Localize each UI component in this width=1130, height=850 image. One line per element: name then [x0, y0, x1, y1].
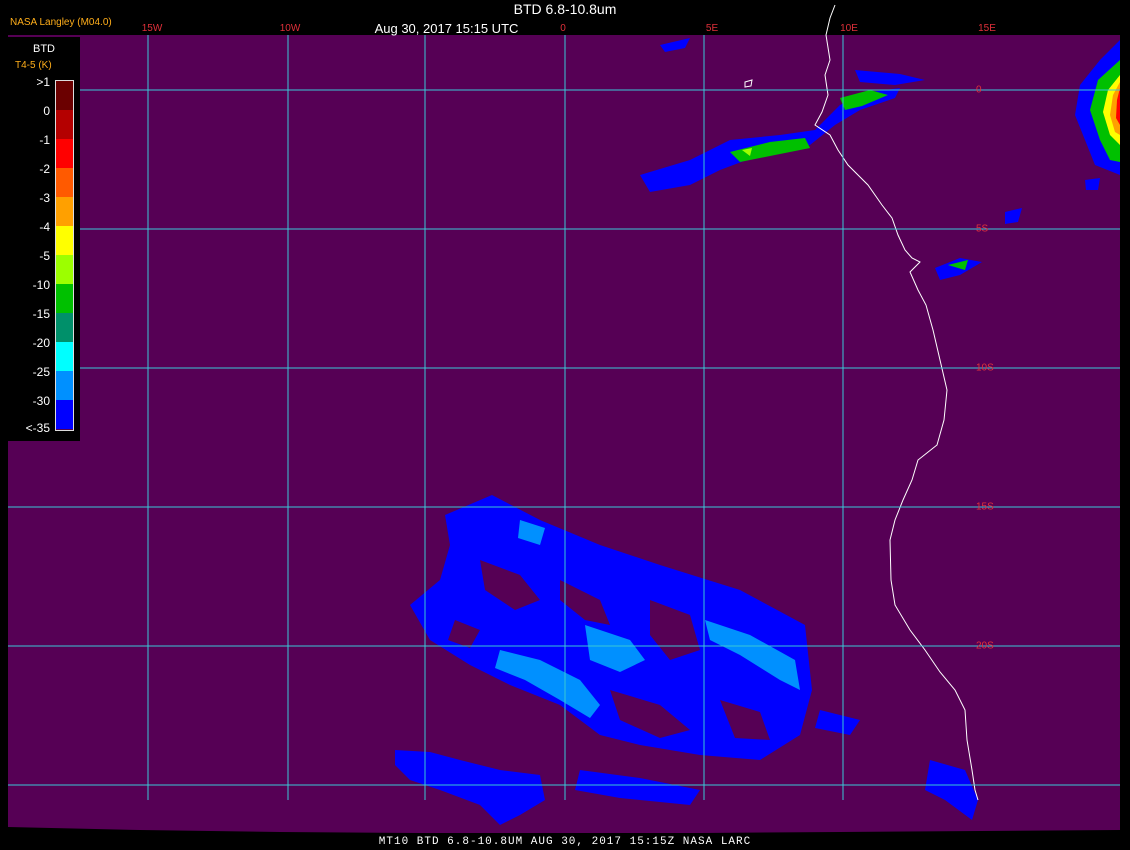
legend-tick: >1 [36, 75, 50, 89]
legend-swatch [56, 371, 73, 400]
legend-tick: -30 [32, 394, 50, 408]
legend-swatch [56, 226, 73, 255]
legend-swatch [56, 81, 73, 110]
legend-tick: 0 [43, 104, 50, 118]
lon-label-15w: 15W [141, 23, 163, 34]
legend-title: BTD [33, 43, 55, 55]
legend-swatch [56, 168, 73, 197]
legend-swatch [56, 313, 73, 342]
legend-tick: -3 [39, 191, 50, 205]
legend-tick: -2 [39, 162, 50, 176]
legend-tick: -20 [32, 336, 50, 350]
lat-label-10s: 10S [976, 362, 994, 374]
legend-swatch [56, 400, 73, 429]
legend-swatch [56, 110, 73, 139]
color-legend: BTD T4-5 (K) >1 0 -1 -2 -3 -4 -5 -10 -15… [8, 37, 80, 441]
satellite-map [0, 0, 1130, 850]
lat-label-5s: 5S [976, 223, 989, 235]
legend-swatch [56, 139, 73, 168]
legend-tick: -15 [32, 307, 50, 321]
lon-label-10w: 10W [279, 23, 301, 34]
legend-tick: -25 [32, 365, 50, 379]
lat-label-0: 0 [976, 84, 982, 96]
legend-tick: -1 [39, 133, 50, 147]
legend-swatch [56, 197, 73, 226]
legend-tick: -4 [39, 220, 50, 234]
timestamp: Aug 30, 2017 15:15 UTC [374, 21, 519, 36]
lat-label-20s: 20S [976, 640, 994, 652]
legend-units: T4-5 (K) [15, 60, 52, 71]
legend-swatch [56, 255, 73, 284]
map-background [8, 35, 1120, 833]
lon-label-5e: 5E [705, 23, 719, 34]
lon-label-0: 0 [560, 23, 566, 34]
legend-swatch [56, 342, 73, 371]
lat-label-15s: 15S [976, 501, 994, 513]
legend-colorbar [55, 80, 74, 431]
lon-label-10e: 10E [840, 23, 858, 34]
legend-swatch [56, 284, 73, 313]
lon-label-15e: 15E [978, 23, 996, 34]
legend-tick: <-35 [25, 421, 50, 435]
product-title: BTD 6.8-10.8um [513, 1, 617, 17]
legend-tick: -5 [39, 249, 50, 263]
footer-caption: MT10 BTD 6.8-10.8UM AUG 30, 2017 15:15Z … [378, 836, 752, 848]
legend-tick: -10 [32, 278, 50, 292]
